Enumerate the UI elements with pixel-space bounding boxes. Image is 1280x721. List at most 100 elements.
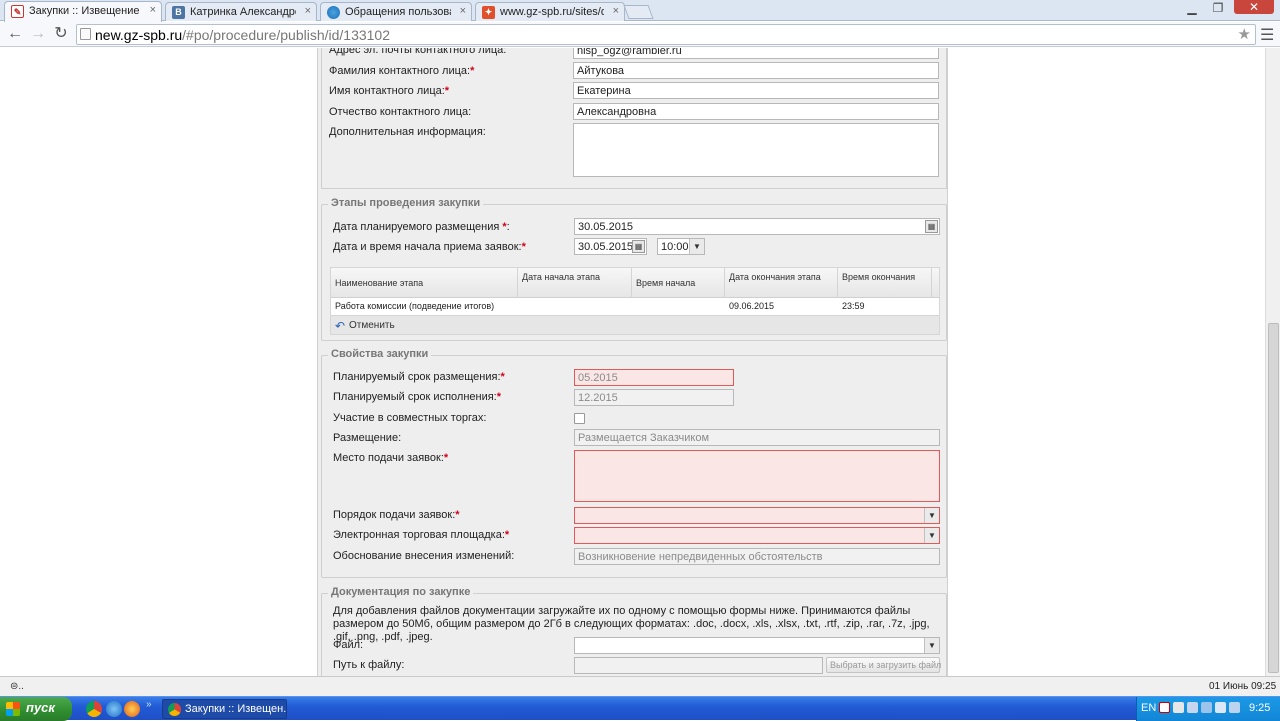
submission-place-textarea[interactable]: [574, 450, 940, 502]
undo-button[interactable]: ↶ Отменить: [330, 316, 940, 335]
volume-icon[interactable]: [1215, 702, 1226, 713]
col-end-date: Дата окончания этапа: [725, 268, 838, 298]
tab-procurement[interactable]: ✎ Закупки :: Извещение о пр ×: [4, 1, 162, 22]
taskbar-window-button[interactable]: Закупки :: Извещен...: [162, 699, 287, 719]
calendar-icon[interactable]: ▦: [925, 220, 938, 233]
windows-logo-icon: [6, 702, 20, 716]
usb-icon[interactable]: [1201, 702, 1212, 713]
lastname-field[interactable]: Айтукова: [573, 62, 939, 79]
close-tab-icon[interactable]: ×: [460, 5, 466, 17]
documentation-fieldset: Документация по закупке Для добавления ф…: [321, 586, 947, 676]
tray-app-icon[interactable]: [1229, 702, 1240, 713]
stages-fieldset: Этапы проведения закупки Дата планируемо…: [321, 197, 947, 341]
close-tab-icon[interactable]: ×: [150, 4, 156, 16]
file-label: Файл:: [333, 639, 364, 651]
chrome-icon: [168, 703, 181, 716]
status-icon: ⊜..: [10, 681, 24, 692]
new-tab-button[interactable]: [623, 5, 654, 19]
form-panel: Адрес эл. почты контактного лица: nisp_o…: [317, 48, 948, 676]
network-icon[interactable]: [1173, 702, 1184, 713]
submission-order-select[interactable]: ▼: [574, 507, 940, 524]
firstname-field[interactable]: Екатерина: [573, 82, 939, 99]
change-reason-field[interactable]: Возникновение непредвиденных обстоятельс…: [574, 548, 940, 565]
file-path-label: Путь к файлу:: [333, 659, 405, 671]
browser-toolbar: ← → ↻ new.gz-spb.ru/#po/procedure/publis…: [0, 22, 1280, 47]
reload-icon[interactable]: ↻: [50, 25, 72, 43]
joint-tenders-checkbox[interactable]: [574, 413, 585, 424]
cell-start-date: [518, 298, 632, 301]
planned-date-field[interactable]: 30.05.2015 ▦: [574, 218, 940, 235]
start-datetime-label: Дата и время начала приема заявок:*: [333, 241, 526, 253]
placement-label: Размещение:: [333, 432, 402, 444]
email-label: Адрес эл. почты контактного лица:: [329, 48, 507, 56]
required-mark: *: [444, 85, 450, 97]
forward-icon[interactable]: →: [27, 25, 49, 43]
stages-legend: Этапы проведения закупки: [328, 197, 484, 209]
close-tab-icon[interactable]: ×: [305, 5, 311, 17]
bookmark-star-icon[interactable]: ★: [1238, 25, 1251, 43]
submission-place-label: Место подачи заявок:*: [333, 452, 449, 464]
vertical-scrollbar[interactable]: [1265, 48, 1280, 676]
tab-requests[interactable]: Обращения пользовател ×: [320, 2, 472, 21]
minimize-icon[interactable]: ▁: [1180, 0, 1204, 16]
address-bar[interactable]: new.gz-spb.ru/#po/procedure/publish/id/1…: [76, 24, 1256, 45]
globe-icon: [327, 6, 340, 19]
required-mark: *: [443, 452, 449, 464]
table-header: Наименование этапа Дата начала этапа Вре…: [331, 268, 939, 298]
required-mark: *: [500, 371, 505, 383]
restore-icon[interactable]: ❐: [1206, 0, 1230, 16]
stages-table: Наименование этапа Дата начала этапа Вре…: [330, 267, 940, 316]
start-time-select[interactable]: 10:00 ▼: [657, 238, 705, 255]
antivirus-icon[interactable]: [1159, 702, 1170, 713]
close-window-icon[interactable]: ✕: [1234, 0, 1274, 14]
cell-stage-name: Работа комиссии (подведение итогов): [335, 301, 495, 311]
spb-icon: ✦: [482, 6, 495, 19]
scrollbar-thumb[interactable]: [1268, 323, 1279, 673]
vk-icon: B: [172, 6, 185, 19]
col-start-date: Дата начала этапа: [518, 268, 632, 298]
required-mark: *: [504, 529, 510, 541]
tab-gz-spb-file[interactable]: ✦ www.gz-spb.ru/sites/default ×: [475, 2, 625, 21]
chevron-down-icon: ▼: [924, 528, 939, 543]
monitor-icon[interactable]: [1187, 702, 1198, 713]
start-date-field[interactable]: 30.05.2015 ▦: [574, 238, 647, 255]
etp-label: Электронная торговая площадка:*: [333, 529, 510, 541]
required-mark: *: [496, 391, 502, 403]
extra-info-textarea[interactable]: [573, 123, 939, 177]
col-stage-name: Наименование этапа: [331, 268, 518, 298]
page-icon: [80, 28, 91, 40]
back-icon[interactable]: ←: [4, 25, 26, 43]
quicklaunch-expand-icon[interactable]: »: [146, 699, 152, 710]
firefox-quicklaunch-icon[interactable]: [124, 701, 140, 717]
language-indicator[interactable]: EN: [1141, 702, 1156, 714]
joint-tenders-label: Участие в совместных торгах:: [333, 412, 487, 424]
required-mark: *: [455, 509, 460, 521]
placement-term-field[interactable]: 05.2015: [574, 369, 734, 386]
ie-quicklaunch-icon[interactable]: [106, 701, 122, 717]
status-date: 01 Июнь 09:25: [1209, 681, 1277, 692]
execution-term-field[interactable]: 12.2015: [574, 389, 734, 406]
required-mark: *: [521, 241, 526, 253]
email-field[interactable]: nisp_ogz@rambler.ru: [573, 48, 939, 59]
start-button[interactable]: пуск: [0, 697, 72, 721]
close-tab-icon[interactable]: ×: [613, 5, 619, 17]
patronymic-field[interactable]: Александровна: [573, 103, 939, 120]
chrome-quicklaunch-icon[interactable]: [86, 701, 102, 717]
calendar-icon[interactable]: ▦: [632, 240, 645, 253]
menu-icon[interactable]: ☰: [1260, 25, 1274, 45]
table-row[interactable]: Работа комиссии (подведение итогов) 09.0…: [331, 298, 939, 315]
lastname-label: Фамилия контактного лица:*: [329, 65, 475, 77]
chevron-down-icon: ▼: [924, 638, 939, 653]
procurement-icon: ✎: [11, 5, 24, 18]
upload-file-button[interactable]: Выбрать и загрузить файл: [826, 657, 941, 673]
extra-info-label: Дополнительная информация:: [329, 126, 486, 138]
placement-field[interactable]: Размещается Заказчиком: [574, 429, 940, 446]
windows-taskbar: пуск » Закупки :: Извещен... EN 9:25: [0, 696, 1280, 721]
etp-select[interactable]: ▼: [574, 527, 940, 544]
status-bar: ⊜.. 01 Июнь 09:25: [0, 676, 1280, 696]
tab-vk[interactable]: B Катринка Александровна ×: [165, 2, 317, 21]
firstname-label: Имя контактного лица:*: [329, 85, 450, 97]
file-select[interactable]: ▼: [574, 637, 940, 654]
patronymic-label: Отчество контактного лица:: [329, 106, 472, 118]
file-path-field[interactable]: [574, 657, 823, 674]
